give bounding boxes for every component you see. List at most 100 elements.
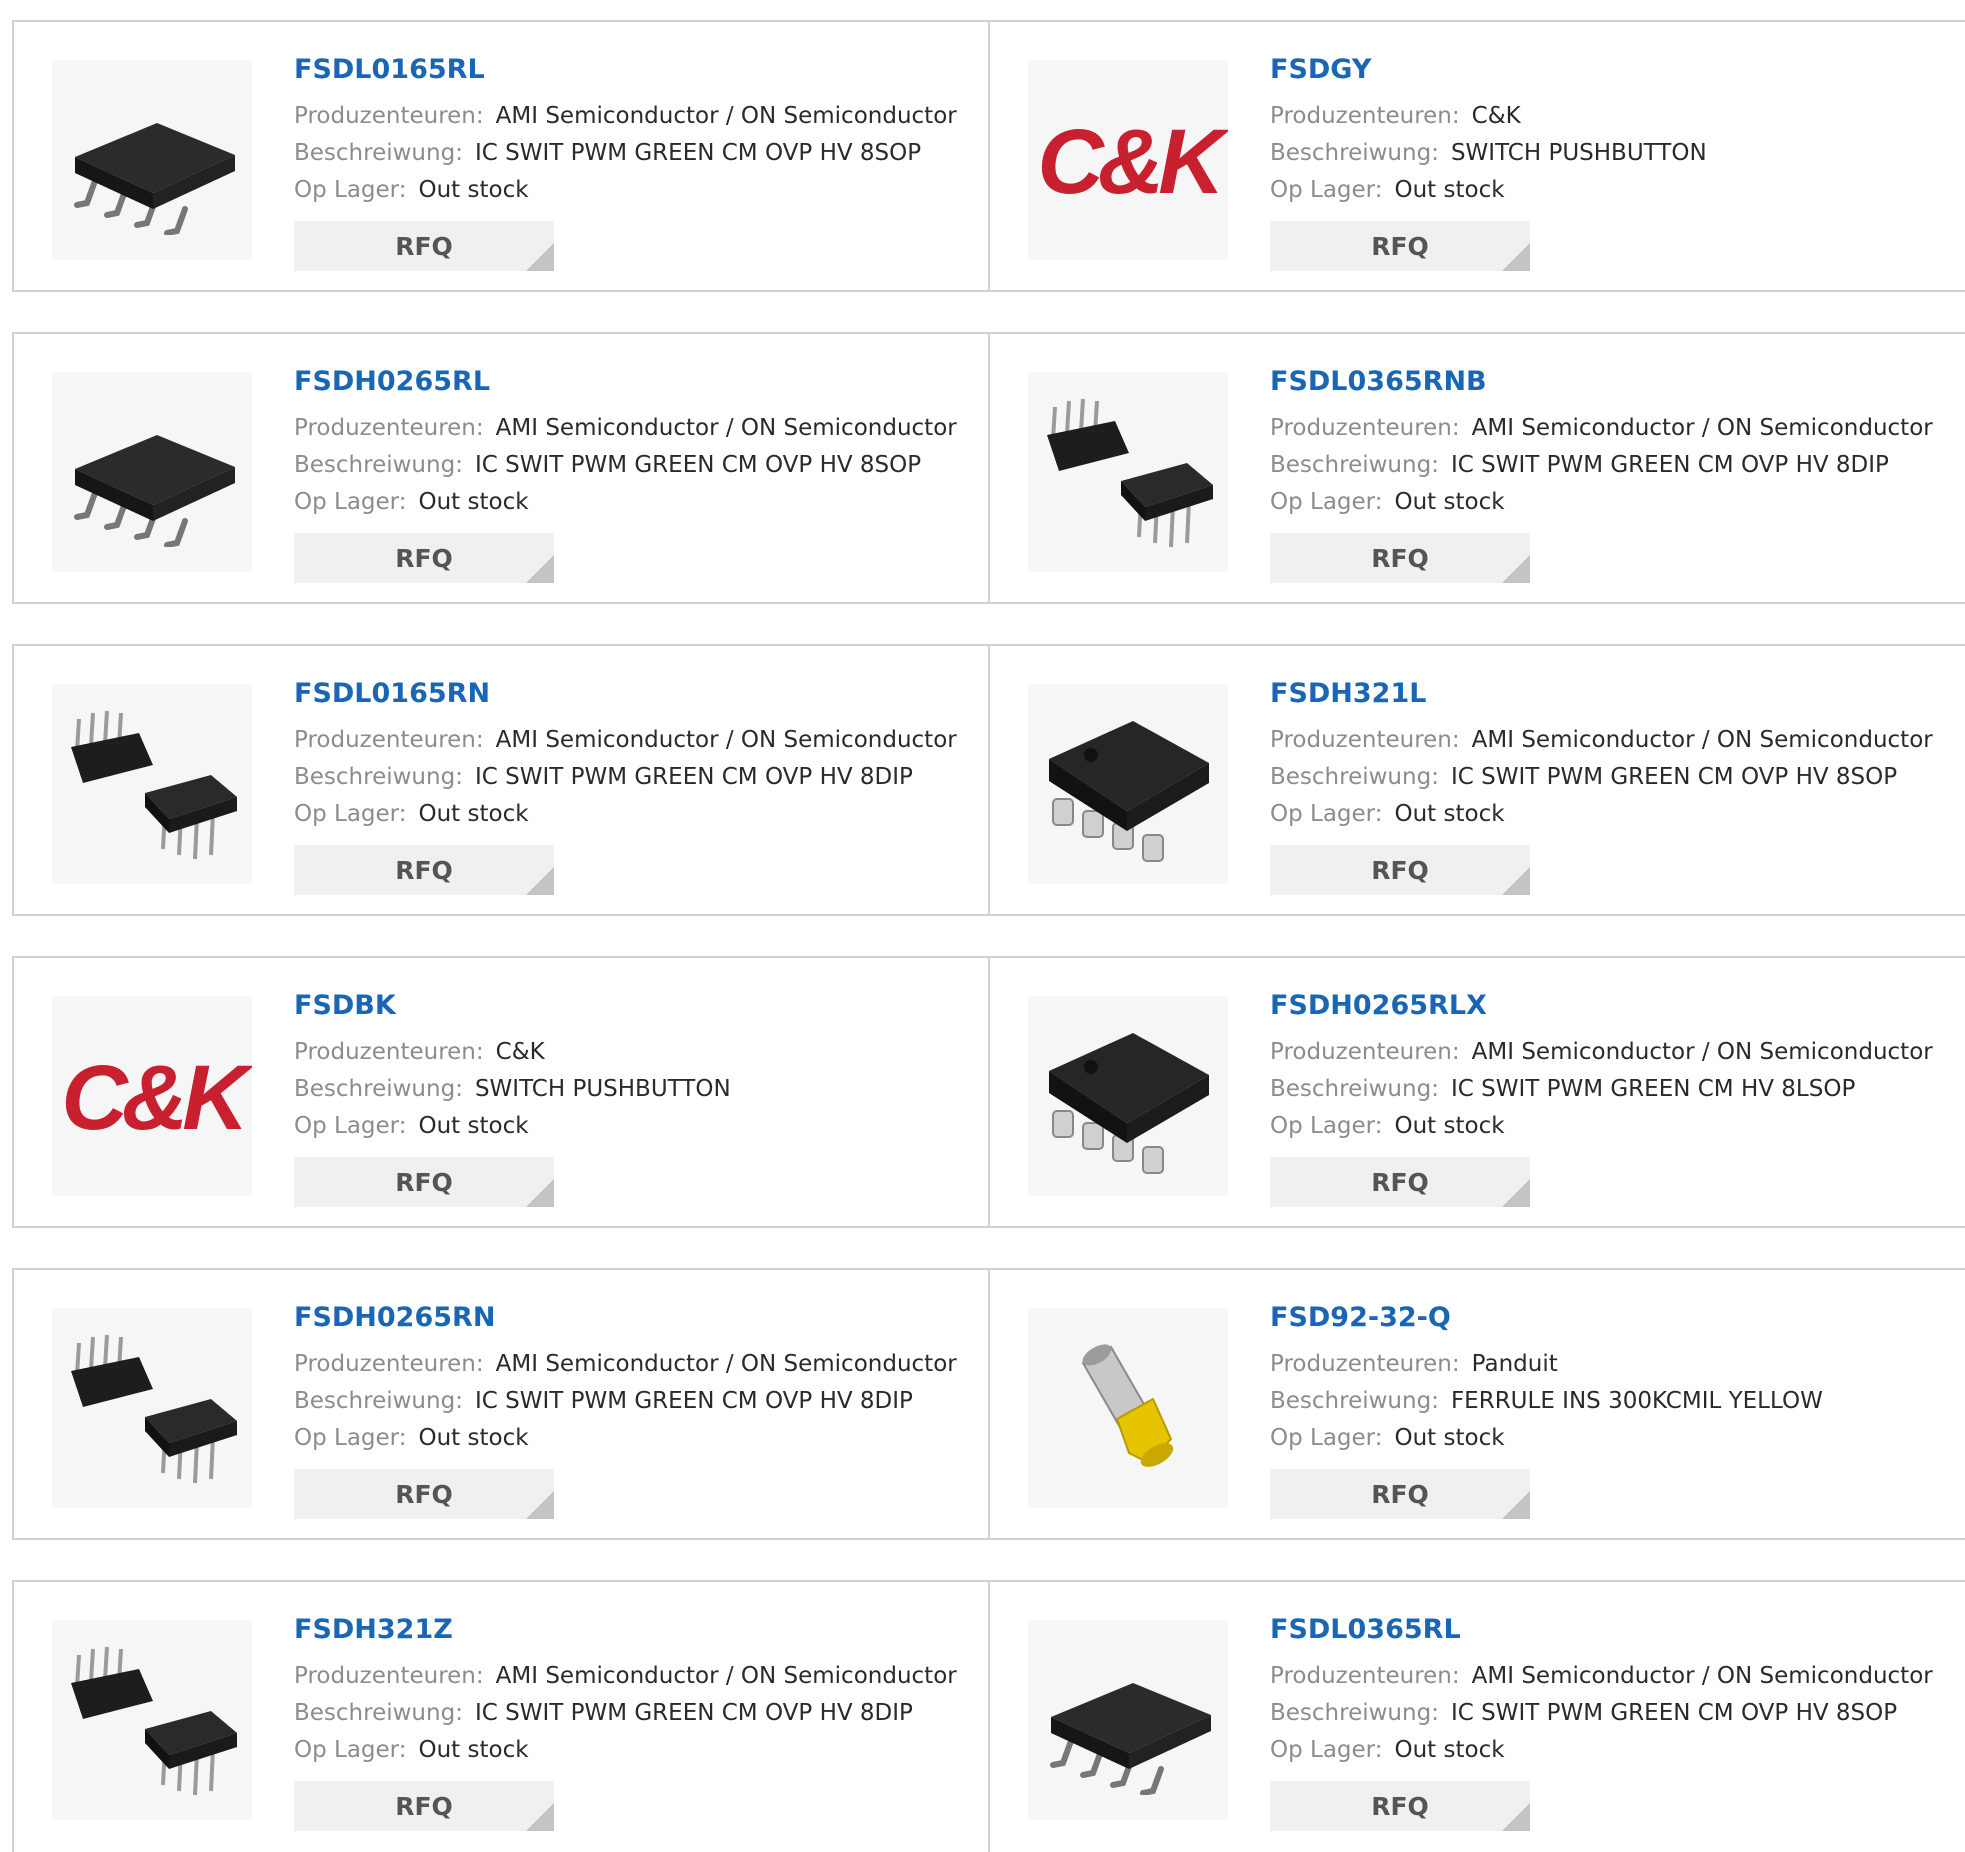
product-row: FSDH0265RN Produzenteuren: AMI Semiconduc… xyxy=(12,1268,1965,1540)
product-card: FSDL0165RN Produzenteuren: AMI Semiconduc… xyxy=(14,646,990,914)
product-card: FSDL0165RL Produzenteuren: AMI Semiconduc… xyxy=(14,22,990,290)
description-value: FERRULE INS 300KCMIL YELLOW xyxy=(1450,1388,1823,1414)
manufacturer-label: Produzenteuren: xyxy=(294,415,484,441)
ck-logo: C&K xyxy=(61,1047,252,1149)
description-value: IC SWIT PWM GREEN CM OVP HV 8SOP xyxy=(1450,1700,1898,1726)
description-value: IC SWIT PWM GREEN CM OVP HV 8DIP xyxy=(474,1700,913,1726)
corner-triangle-icon xyxy=(526,1491,554,1519)
product-image[interactable]: C&K xyxy=(1028,60,1228,260)
rfq-button[interactable]: RFQ xyxy=(1270,1157,1530,1207)
product-image[interactable] xyxy=(1028,996,1228,1196)
rfq-button[interactable]: RFQ xyxy=(294,1157,554,1207)
soic8-chip-icon xyxy=(1049,1033,1209,1174)
soic8-chip-icon xyxy=(1049,721,1209,862)
manufacturer-label: Produzenteuren: xyxy=(294,1351,484,1377)
corner-triangle-icon xyxy=(526,1803,554,1831)
product-image[interactable] xyxy=(52,1620,252,1820)
description-value: IC SWIT PWM GREEN CM OVP HV 8SOP xyxy=(1450,764,1898,790)
manufacturer-value: AMI Semiconductor / ON Semiconductor xyxy=(1471,415,1933,441)
stock-value: Out stock xyxy=(418,1737,529,1763)
part-number-link[interactable]: FSDH321Z xyxy=(294,1612,974,1648)
product-image[interactable] xyxy=(52,684,252,884)
description-label: Beschreiwung: xyxy=(294,452,463,478)
description-label: Beschreiwung: xyxy=(294,1700,463,1726)
stock-value: Out stock xyxy=(418,489,529,515)
sop8-chip-icon xyxy=(74,123,235,235)
manufacturer-value: AMI Semiconductor / ON Semiconductor xyxy=(495,103,957,129)
part-number-link[interactable]: FSDL0165RL xyxy=(294,52,974,88)
rfq-button[interactable]: RFQ xyxy=(294,1781,554,1831)
stock-value: Out stock xyxy=(1394,177,1505,203)
stock-label: Op Lager: xyxy=(1270,1425,1383,1451)
ck-logo: C&K xyxy=(1037,111,1228,213)
rfq-button[interactable]: RFQ xyxy=(294,1469,554,1519)
description-label: Beschreiwung: xyxy=(294,764,463,790)
stock-label: Op Lager: xyxy=(294,1737,407,1763)
dip8-chip-icon xyxy=(1047,398,1213,548)
rfq-button[interactable]: RFQ xyxy=(1270,1469,1530,1519)
part-number-link[interactable]: FSDH321L xyxy=(1270,676,1950,712)
part-number-link[interactable]: FSDH0265RN xyxy=(294,1300,974,1336)
rfq-button[interactable]: RFQ xyxy=(294,533,554,583)
manufacturer-value: C&K xyxy=(1471,103,1521,129)
stock-label: Op Lager: xyxy=(294,489,407,515)
svg-text:C&K: C&K xyxy=(61,1047,252,1149)
rfq-button[interactable]: RFQ xyxy=(294,845,554,895)
part-number-link[interactable]: FSD92-32-Q xyxy=(1270,1300,1950,1336)
product-image[interactable] xyxy=(52,60,252,260)
product-image[interactable]: C&K xyxy=(52,996,252,1196)
manufacturer-label: Produzenteuren: xyxy=(1270,1663,1460,1689)
rfq-button[interactable]: RFQ xyxy=(1270,533,1530,583)
rfq-button[interactable]: RFQ xyxy=(1270,1781,1530,1831)
rfq-button[interactable]: RFQ xyxy=(1270,221,1530,271)
product-row: FSDL0165RL Produzenteuren: AMI Semiconduc… xyxy=(12,20,1965,292)
rfq-button[interactable]: RFQ xyxy=(294,221,554,271)
manufacturer-label: Produzenteuren: xyxy=(294,1663,484,1689)
rfq-button[interactable]: RFQ xyxy=(1270,845,1530,895)
manufacturer-value: AMI Semiconductor / ON Semiconductor xyxy=(1471,727,1933,753)
corner-triangle-icon xyxy=(526,1179,554,1207)
manufacturer-label: Produzenteuren: xyxy=(1270,1351,1460,1377)
description-value: IC SWIT PWM GREEN CM HV 8LSOP xyxy=(1450,1076,1856,1102)
part-number-link[interactable]: FSDL0165RN xyxy=(294,676,974,712)
part-number-link[interactable]: FSDH0265RL xyxy=(294,364,974,400)
product-card: C&K FSDBK Produzenteuren: C&K Beschreiwun… xyxy=(14,958,990,1226)
rfq-button-label: RFQ xyxy=(395,1791,453,1821)
rfq-button-label: RFQ xyxy=(395,855,453,885)
svg-text:C&K: C&K xyxy=(1037,111,1228,213)
part-number-link[interactable]: FSDBK xyxy=(294,988,974,1024)
stock-value: Out stock xyxy=(418,177,529,203)
part-number-link[interactable]: FSDL0365RL xyxy=(1270,1612,1950,1648)
rfq-button-label: RFQ xyxy=(1371,855,1429,885)
part-number-link[interactable]: FSDGY xyxy=(1270,52,1950,88)
manufacturer-value: Panduit xyxy=(1471,1351,1558,1377)
part-number-link[interactable]: FSDL0365RNB xyxy=(1270,364,1950,400)
corner-triangle-icon xyxy=(526,243,554,271)
product-card: FSDL0365RNB Produzenteuren: AMI Semicondu… xyxy=(990,334,1965,602)
dip8-chip-icon xyxy=(71,710,237,860)
sop8-chip-icon xyxy=(1050,1683,1211,1795)
product-image[interactable] xyxy=(1028,372,1228,572)
product-image[interactable] xyxy=(1028,1308,1228,1508)
part-number-link[interactable]: FSDH0265RLX xyxy=(1270,988,1950,1024)
corner-triangle-icon xyxy=(1502,1179,1530,1207)
product-image[interactable] xyxy=(1028,684,1228,884)
product-image[interactable] xyxy=(1028,1620,1228,1820)
description-label: Beschreiwung: xyxy=(1270,764,1439,790)
manufacturer-value: AMI Semiconductor / ON Semiconductor xyxy=(1471,1039,1933,1065)
description-value: IC SWIT PWM GREEN CM OVP HV 8DIP xyxy=(1450,452,1889,478)
manufacturer-value: AMI Semiconductor / ON Semiconductor xyxy=(1471,1663,1933,1689)
product-row: FSDL0165RN Produzenteuren: AMI Semiconduc… xyxy=(12,644,1965,916)
product-card: FSDH321L Produzenteuren: AMI Semiconducto… xyxy=(990,646,1965,914)
product-card: FSDH0265RL Produzenteuren: AMI Semiconduc… xyxy=(14,334,990,602)
rfq-button-label: RFQ xyxy=(1371,1167,1429,1197)
description-value: IC SWIT PWM GREEN CM OVP HV 8SOP xyxy=(474,452,922,478)
stock-label: Op Lager: xyxy=(1270,1737,1383,1763)
product-image[interactable] xyxy=(52,372,252,572)
manufacturer-label: Produzenteuren: xyxy=(1270,415,1460,441)
manufacturer-label: Produzenteuren: xyxy=(294,1039,484,1065)
corner-triangle-icon xyxy=(1502,1803,1530,1831)
manufacturer-label: Produzenteuren: xyxy=(1270,1039,1460,1065)
corner-triangle-icon xyxy=(526,555,554,583)
product-image[interactable] xyxy=(52,1308,252,1508)
